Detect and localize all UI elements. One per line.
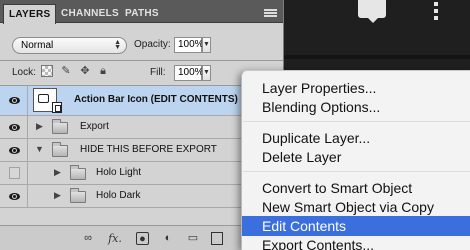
layer-name: HIDE THIS BEFORE EXPORT: [80, 144, 217, 155]
folder-icon: [70, 188, 86, 203]
new-layer-icon[interactable]: [211, 232, 223, 245]
blend-mode-value: Normal: [21, 40, 54, 51]
select-arrows-icon: ▲ ▼: [114, 39, 121, 51]
tab-paths[interactable]: PATHS: [120, 4, 164, 23]
opacity-field[interactable]: 100%: [174, 37, 204, 53]
fill-field[interactable]: 100%: [174, 65, 204, 81]
layer-name: Holo Dark: [96, 190, 141, 201]
folder-icon: [70, 165, 86, 180]
lock-position-move-icon[interactable]: ✥: [79, 65, 91, 77]
expand-triangle-icon[interactable]: ▶: [36, 121, 43, 132]
folder-icon[interactable]: ▭: [186, 232, 200, 245]
collapse-triangle-icon[interactable]: ▼: [35, 144, 44, 154]
tab-layers[interactable]: LAYERS: [3, 4, 57, 24]
lock-pixels-brush-icon[interactable]: ✎: [60, 65, 72, 77]
blend-mode-select[interactable]: Normal ▲ ▼: [12, 37, 127, 54]
visibility-toggle[interactable]: [0, 116, 28, 138]
menu-item-convert-to-smart-object[interactable]: Convert to Smart Object: [242, 178, 470, 198]
smart-object-icon: [52, 102, 62, 113]
fx-icon[interactable]: fx.: [106, 232, 124, 245]
eye-icon: [9, 97, 20, 104]
layer-name: Action Bar Icon (EDIT CONTENTS): [74, 94, 238, 105]
menu-item-layer-properties[interactable]: Layer Properties...: [242, 78, 470, 98]
menu-item-edit-contents[interactable]: Edit Contents: [242, 216, 470, 236]
menu-item-export-contents[interactable]: Export Contents...: [242, 235, 470, 250]
expand-triangle-icon[interactable]: ▶: [54, 190, 61, 201]
opacity-label: Opacity:: [134, 39, 171, 50]
panel-tab-bar: LAYERS CHANNELS PATHS: [0, 0, 283, 24]
menu-item-blending-options[interactable]: Blending Options...: [242, 97, 470, 117]
eye-icon: [9, 124, 20, 131]
eye-icon: [9, 193, 20, 200]
visibility-toggle[interactable]: [0, 86, 28, 115]
tab-channels[interactable]: CHANNELS: [56, 4, 124, 23]
layer-name: Export: [80, 121, 109, 132]
link-icon[interactable]: ∞: [81, 232, 95, 245]
layer-context-menu: Layer Properties... Blending Options... …: [241, 70, 470, 250]
folder-icon: [52, 142, 68, 157]
overflow-menu-icon: [433, 0, 439, 24]
folder-icon: [52, 119, 68, 134]
menu-item-duplicate-layer[interactable]: Duplicate Layer...: [242, 128, 470, 148]
visibility-toggle[interactable]: [0, 139, 28, 161]
visibility-toggle[interactable]: [0, 185, 28, 207]
visibility-toggle[interactable]: [0, 162, 28, 184]
menu-item-delete-layer[interactable]: Delete Layer: [242, 147, 470, 167]
canvas-divider: [284, 55, 470, 59]
menu-separator: [243, 121, 470, 122]
panel-menu-icon[interactable]: [264, 9, 277, 17]
layer-name: Holo Light: [96, 167, 142, 178]
menu-separator: [243, 171, 470, 172]
fill-dropdown-icon[interactable]: ▼: [202, 65, 211, 81]
opacity-dropdown-icon[interactable]: ▼: [202, 37, 211, 53]
divider: [0, 60, 283, 61]
lock-transparency-icon[interactable]: [41, 65, 53, 77]
fill-label: Fill:: [150, 67, 166, 78]
mask-icon[interactable]: ●: [136, 232, 149, 245]
expand-triangle-icon[interactable]: ▶: [54, 167, 61, 178]
lock-all-icon[interactable]: 🔒︎: [97, 65, 109, 77]
eye-icon: [9, 147, 20, 154]
hidden-visibility-box: [9, 167, 20, 179]
adjustment-icon[interactable]: ◐: [161, 232, 175, 245]
menu-item-new-smart-object-via-copy[interactable]: New Smart Object via Copy: [242, 197, 470, 217]
lock-label: Lock:: [12, 67, 36, 78]
chat-bubble-icon: [358, 0, 386, 23]
